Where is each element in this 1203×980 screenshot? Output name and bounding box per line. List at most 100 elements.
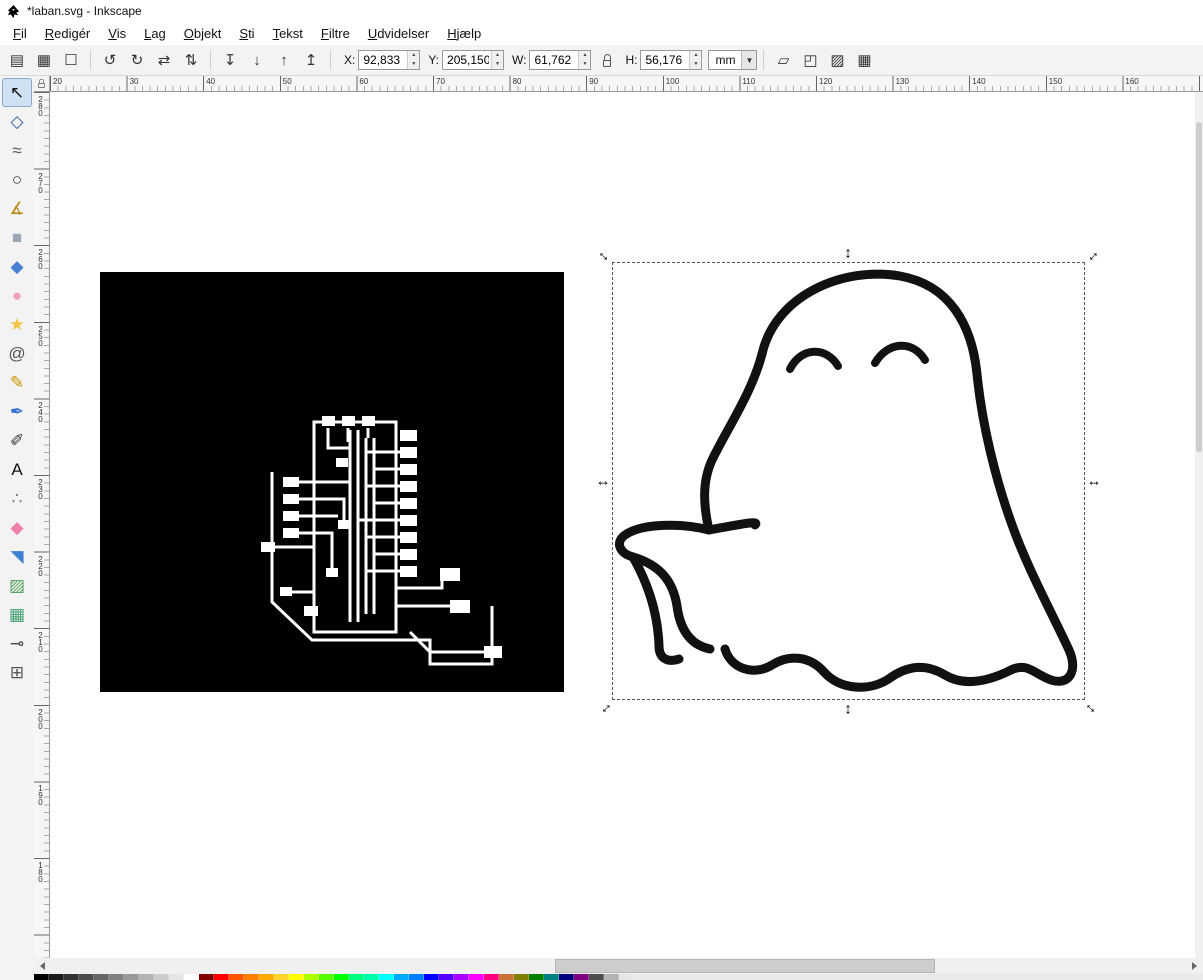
palette-swatch[interactable] <box>49 974 64 980</box>
menu-vis[interactable]: Vis <box>99 23 135 44</box>
height-spinner[interactable]: ▲ ▼ <box>689 51 702 69</box>
palette-swatch[interactable] <box>304 974 319 980</box>
palette-swatch[interactable] <box>574 974 589 980</box>
selector-tool[interactable]: ↖ <box>2 78 32 107</box>
palette-swatch[interactable] <box>229 974 244 980</box>
mesh-gradient-tool[interactable]: ▦ <box>2 600 32 629</box>
palette-swatch[interactable] <box>469 974 484 980</box>
palette-swatch[interactable] <box>409 974 424 980</box>
palette-swatch[interactable] <box>544 974 559 980</box>
palette-swatch[interactable] <box>289 974 304 980</box>
palette-swatch[interactable] <box>169 974 184 980</box>
ruler-corner[interactable] <box>34 76 50 92</box>
affect-gradients-toggle[interactable]: ▨ <box>824 48 850 72</box>
lower-to-bottom-button[interactable]: ↧ <box>217 48 243 72</box>
palette-swatch[interactable] <box>79 974 94 980</box>
scale-handle-bottom[interactable]: ↕ <box>844 702 852 717</box>
palette-swatch[interactable] <box>439 974 454 980</box>
palette-swatch[interactable] <box>604 974 619 980</box>
palette-swatch[interactable] <box>514 974 529 980</box>
box-3d-tool[interactable]: ◆ <box>2 252 32 281</box>
palette-swatch[interactable] <box>364 974 379 980</box>
deselect-button[interactable]: ☐ <box>58 48 84 72</box>
node-tool[interactable]: ◇ <box>2 107 32 136</box>
palette-swatch[interactable] <box>124 974 139 980</box>
palette-swatch[interactable] <box>214 974 229 980</box>
spin-up-icon[interactable]: ▲ <box>579 51 590 60</box>
spin-down-icon[interactable]: ▼ <box>690 60 701 69</box>
dropper-tool[interactable]: ⊸ <box>2 629 32 658</box>
palette-swatch[interactable] <box>589 974 604 980</box>
palette-swatch[interactable] <box>34 974 49 980</box>
menu-filtre[interactable]: Filtre <box>312 23 359 44</box>
spray-tool[interactable]: ∴ <box>2 484 32 513</box>
lower-button[interactable]: ↓ <box>244 48 270 72</box>
vertical-scrollbar[interactable] <box>1195 92 1203 958</box>
rotate-90-ccw-button[interactable]: ↺ <box>97 48 123 72</box>
scale-handle-top[interactable]: ↕ <box>844 246 852 261</box>
palette-swatch[interactable] <box>559 974 574 980</box>
eraser-tool[interactable]: ◆ <box>2 513 32 542</box>
spin-up-icon[interactable]: ▲ <box>690 51 701 60</box>
palette-swatch[interactable] <box>484 974 499 980</box>
palette-swatch[interactable] <box>334 974 349 980</box>
palette-swatch[interactable] <box>499 974 514 980</box>
measure-tool[interactable]: ∡ <box>2 194 32 223</box>
gradient-tool[interactable]: ▨ <box>2 571 32 600</box>
menu-udvidelser[interactable]: Udvidelser <box>359 23 438 44</box>
menu-objekt[interactable]: Objekt <box>175 23 231 44</box>
palette-swatch[interactable] <box>94 974 109 980</box>
spin-down-icon[interactable]: ▼ <box>492 60 503 69</box>
horizontal-ruler[interactable]: 20 30 40 50 60 70 80 90 100 110 120 130 140 150 160 <box>50 76 1203 92</box>
palette-swatch[interactable] <box>619 974 634 980</box>
lock-ratio-button[interactable] <box>597 49 617 71</box>
spin-up-icon[interactable]: ▲ <box>408 51 419 60</box>
palette-swatch[interactable] <box>424 974 439 980</box>
vertical-ruler[interactable]: 280 270 260 250 240 230 220 210 200 190 180 <box>34 92 50 958</box>
y-spinner[interactable]: ▲ ▼ <box>491 51 504 69</box>
menu-tekst[interactable]: Tekst <box>264 23 312 44</box>
raise-to-top-button[interactable]: ↥ <box>298 48 324 72</box>
palette-swatch[interactable] <box>379 974 394 980</box>
palette-swatch[interactable] <box>199 974 214 980</box>
spin-up-icon[interactable]: ▲ <box>492 51 503 60</box>
menu-sti[interactable]: Sti <box>230 23 263 44</box>
menu-lag[interactable]: Lag <box>135 23 175 44</box>
spiral-tool[interactable]: @ <box>2 339 32 368</box>
rotate-90-cw-button[interactable]: ↻ <box>124 48 150 72</box>
menu-rediger[interactable]: Redigér <box>36 23 100 44</box>
palette-swatch[interactable] <box>274 974 289 980</box>
unit-select[interactable]: mm ▼ <box>708 50 758 70</box>
vertical-scrollbar-thumb[interactable] <box>1196 122 1202 452</box>
palette-swatch[interactable] <box>64 974 79 980</box>
connector-tool[interactable]: ⊞ <box>2 658 32 687</box>
width-spinner[interactable]: ▲ ▼ <box>578 51 591 69</box>
zoom-tool[interactable]: ○ <box>2 165 32 194</box>
horizontal-scrollbar-thumb[interactable] <box>555 959 935 973</box>
palette-swatch[interactable] <box>109 974 124 980</box>
flip-horizontal-button[interactable]: ⇄ <box>151 48 177 72</box>
flip-vertical-button[interactable]: ⇅ <box>178 48 204 72</box>
canvas[interactable]: ↔ ↔ ↔ ↔ ↕ ↕ ↔ ↔ <box>50 92 1195 958</box>
affect-rounded-corners-toggle[interactable]: ◰ <box>797 48 823 72</box>
palette-swatch[interactable] <box>349 974 364 980</box>
calligraphy-tool[interactable]: ✐ <box>2 426 32 455</box>
palette-swatch[interactable] <box>454 974 469 980</box>
affect-patterns-toggle[interactable]: ▦ <box>851 48 877 72</box>
scale-handle-right[interactable]: ↔ <box>1087 474 1102 489</box>
ellipse-tool[interactable]: ● <box>2 281 32 310</box>
palette-swatch[interactable] <box>184 974 199 980</box>
bitmap-circuit-image[interactable] <box>100 272 564 692</box>
text-tool[interactable]: A <box>2 455 32 484</box>
palette-swatch[interactable] <box>259 974 274 980</box>
scale-handle-left[interactable]: ↔ <box>596 474 611 489</box>
horizontal-scrollbar[interactable] <box>34 958 1203 974</box>
scroll-left-button[interactable] <box>34 958 50 974</box>
star-tool[interactable]: ★ <box>2 310 32 339</box>
palette-swatch[interactable] <box>139 974 154 980</box>
palette-swatch[interactable] <box>529 974 544 980</box>
menu-fil[interactable]: Fil <box>4 23 36 44</box>
select-all-button[interactable]: ▤ <box>4 48 30 72</box>
scroll-right-button[interactable] <box>1187 958 1203 974</box>
palette-swatch[interactable] <box>394 974 409 980</box>
